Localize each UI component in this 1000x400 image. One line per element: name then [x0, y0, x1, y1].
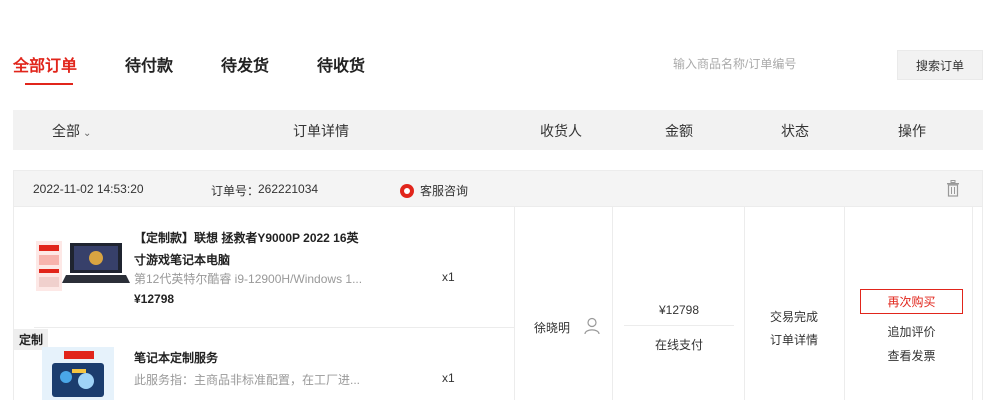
view-invoice-link[interactable]: 查看发票	[860, 347, 963, 364]
tab-pending-shipment[interactable]: 待发货	[221, 52, 269, 76]
chevron-down-icon: ⌄	[83, 128, 92, 139]
laptop-thumbnail[interactable]	[34, 237, 130, 293]
customer-service-label: 客服咨询	[420, 184, 469, 198]
search-button[interactable]: 搜索订单	[897, 50, 983, 80]
amount-divider	[624, 325, 734, 326]
rebuy-button[interactable]: 再次购买	[860, 289, 963, 314]
customer-service-icon	[400, 184, 414, 198]
order-header: 2022-11-02 14:53:20 订单号： 262221034 客服咨询	[13, 170, 983, 207]
tab-pending-payment[interactable]: 待付款	[125, 52, 173, 76]
item-quantity: x1	[442, 371, 455, 385]
item-quantity: x1	[442, 270, 455, 284]
order-status: 交易完成	[769, 310, 818, 324]
column-receiver: 收货人	[540, 123, 582, 139]
column-order-detail: 订单详情	[293, 123, 349, 139]
order-number: 262221034	[258, 182, 319, 196]
item-subtitle: 第12代英特尔酷睿 i9-12900H/Windows 1...	[134, 272, 363, 286]
receiver-name: 徐晓明	[534, 321, 571, 335]
column-status: 状态	[781, 123, 809, 139]
add-review-link[interactable]: 追加评价	[860, 323, 963, 340]
order-number-label: 订单号：	[211, 184, 260, 198]
item-title[interactable]: 笔记本定制服务	[134, 347, 364, 369]
order-detail-link[interactable]: 订单详情	[754, 331, 834, 348]
trash-icon[interactable]	[946, 180, 960, 197]
user-icon[interactable]	[584, 317, 600, 335]
filter-label: 全部	[52, 123, 80, 139]
filter-dropdown[interactable]: 全部 ⌄	[52, 121, 91, 141]
order-tabs: 全部订单 待付款 待发货 待收货	[13, 52, 413, 85]
column-amount: 金额	[665, 123, 693, 139]
payment-method: 在线支付	[654, 338, 703, 352]
item-divider	[34, 327, 514, 328]
table-header: 全部 ⌄ 订单详情 收货人 金额 状态 操作	[13, 110, 983, 150]
item-subtitle: 此服务指：主商品非标准配置，在工厂进...	[134, 373, 361, 387]
order-body: 【定制款】联想 拯救者Y9000P 2022 16英寸游戏笔记本电脑 第12代英…	[13, 207, 983, 400]
item-price: ¥12798	[134, 292, 175, 306]
customer-service-link[interactable]: 客服咨询	[400, 182, 468, 199]
service-thumbnail[interactable]	[42, 347, 114, 400]
column-action: 操作	[898, 123, 926, 139]
search-input[interactable]	[630, 48, 888, 80]
tab-pending-receipt[interactable]: 待收货	[317, 52, 365, 76]
tab-all-orders[interactable]: 全部订单	[13, 52, 77, 85]
item-title[interactable]: 【定制款】联想 拯救者Y9000P 2022 16英寸游戏笔记本电脑	[134, 227, 364, 271]
order-amount: ¥12798	[658, 303, 700, 317]
order-datetime: 2022-11-02 14:53:20	[33, 182, 144, 196]
